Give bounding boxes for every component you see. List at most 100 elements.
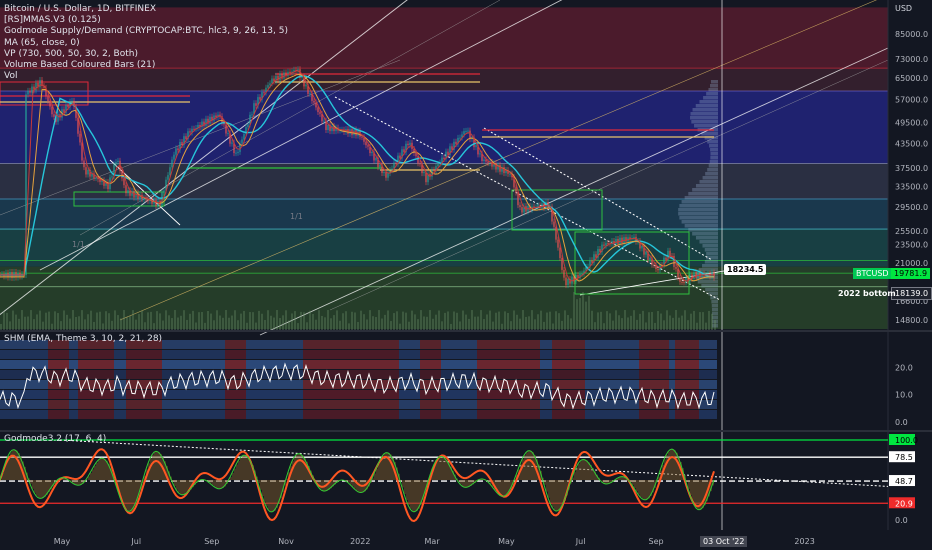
shm-heat-cell <box>246 360 249 369</box>
shm-heat-cell <box>456 400 459 409</box>
shm-heat-cell <box>423 350 426 359</box>
shm-heat-cell <box>123 400 126 409</box>
candle-body <box>653 264 655 266</box>
shm-heat-cell <box>624 360 627 369</box>
shm-heat-cell <box>351 410 354 419</box>
price-axis-tick-1: 73000.0 <box>895 55 928 64</box>
shm-heat-cell <box>27 380 30 389</box>
shm-heat-cell <box>189 410 192 419</box>
shm-heat-cell <box>363 410 366 419</box>
shm-heat-cell <box>225 370 228 379</box>
shm-heat-cell <box>621 400 624 409</box>
shm-heat-cell <box>87 360 90 369</box>
shm-heat-cell <box>0 360 3 369</box>
shm-heat-cell <box>189 400 192 409</box>
shm-heat-cell <box>159 390 162 399</box>
godmode-hist-bar <box>266 480 268 507</box>
shm-heat-cell <box>333 400 336 409</box>
shm-heat-cell <box>591 340 594 349</box>
shm-heat-cell <box>435 350 438 359</box>
shm-heat-cell <box>435 400 438 409</box>
shm-heat-cell <box>198 390 201 399</box>
shm-heat-cell <box>510 360 513 369</box>
shm-heat-cell <box>501 340 504 349</box>
shm-heat-cell <box>699 340 702 349</box>
shm-heat-cell <box>69 360 72 369</box>
shm-heat-cell <box>90 350 93 359</box>
shm-heat-cell <box>642 360 645 369</box>
shm-heat-cell <box>567 360 570 369</box>
shm-heat-cell <box>651 400 654 409</box>
shm-heat-cell <box>180 410 183 419</box>
shm-heat-cell <box>606 350 609 359</box>
shm-heat-cell <box>225 360 228 369</box>
godmode-hist-bar <box>246 455 248 480</box>
shm-heat-cell <box>339 340 342 349</box>
godmode-hist-bar <box>158 451 160 480</box>
shm-heat-cell <box>588 380 591 389</box>
godmode-hist-bar <box>674 450 676 480</box>
volume-bar <box>627 317 629 330</box>
shm-heat-cell <box>705 410 708 419</box>
godmode-hist-bar <box>268 480 270 510</box>
godmode-hist-bar <box>234 468 236 480</box>
shm-heat-cell <box>141 350 144 359</box>
shm-heat-cell <box>708 340 711 349</box>
shm-heat-cell <box>327 390 330 399</box>
volume-bar <box>276 310 278 330</box>
chart-canvas[interactable]: 85000.073000.065000.057000.049500.043500… <box>0 0 932 550</box>
shm-heat-cell <box>318 340 321 349</box>
shm-heat-cell <box>597 370 600 379</box>
shm-heat-cell <box>528 410 531 419</box>
shm-heat-cell <box>531 400 534 409</box>
shm-heat-cell <box>552 400 555 409</box>
volume-profile-bar-44 <box>706 256 718 260</box>
godmode-hist-bar <box>154 452 156 480</box>
shm-heat-cell <box>306 340 309 349</box>
shm-heat-cell <box>24 410 27 419</box>
volume-bar <box>228 317 230 330</box>
godmode-hist-bar <box>408 480 410 505</box>
shm-heat-cell <box>498 410 501 419</box>
shm-heat-cell <box>618 360 621 369</box>
volume-bar <box>159 313 161 330</box>
volume-bar <box>411 310 413 330</box>
shm-heat-cell <box>507 370 510 379</box>
shm-heat-cell <box>660 360 663 369</box>
shm-heat-cell <box>72 350 75 359</box>
shm-heat-cell <box>216 390 219 399</box>
shm-heat-cell <box>687 360 690 369</box>
shm-heat-cell <box>303 410 306 419</box>
shm-heat-cell <box>693 410 696 419</box>
shm-heat-cell <box>645 360 648 369</box>
shm-heat-cell <box>585 410 588 419</box>
shm-heat-cell <box>15 360 18 369</box>
shm-heat-cell <box>363 360 366 369</box>
volume-bar <box>441 321 443 330</box>
volume-bar <box>135 319 137 330</box>
shm-heat-cell <box>378 370 381 379</box>
volume-bar <box>378 310 380 330</box>
shm-heat-cell <box>96 410 99 419</box>
shm-heat-cell <box>231 340 234 349</box>
shm-heat-cell <box>231 410 234 419</box>
shm-heat-cell <box>708 360 711 369</box>
shm-heat-cell <box>393 360 396 369</box>
volume-bar <box>105 311 107 330</box>
shm-heat-cell <box>489 370 492 379</box>
volume-bar <box>543 321 545 330</box>
volume-bar <box>345 311 347 330</box>
candle-body <box>499 164 501 172</box>
shm-heat-cell <box>429 360 432 369</box>
volume-bar <box>39 310 41 330</box>
shm-heat-cell <box>54 360 57 369</box>
shm-heat-cell <box>423 410 426 419</box>
shm-heat-cell <box>420 340 423 349</box>
shm-heat-cell <box>198 410 201 419</box>
volume-bar <box>237 320 239 330</box>
shm-heat-cell <box>159 410 162 419</box>
shm-heat-cell <box>630 400 633 409</box>
shm-heat-cell <box>594 340 597 349</box>
godmode-hist-bar <box>352 480 354 487</box>
volume-bar <box>513 310 515 330</box>
